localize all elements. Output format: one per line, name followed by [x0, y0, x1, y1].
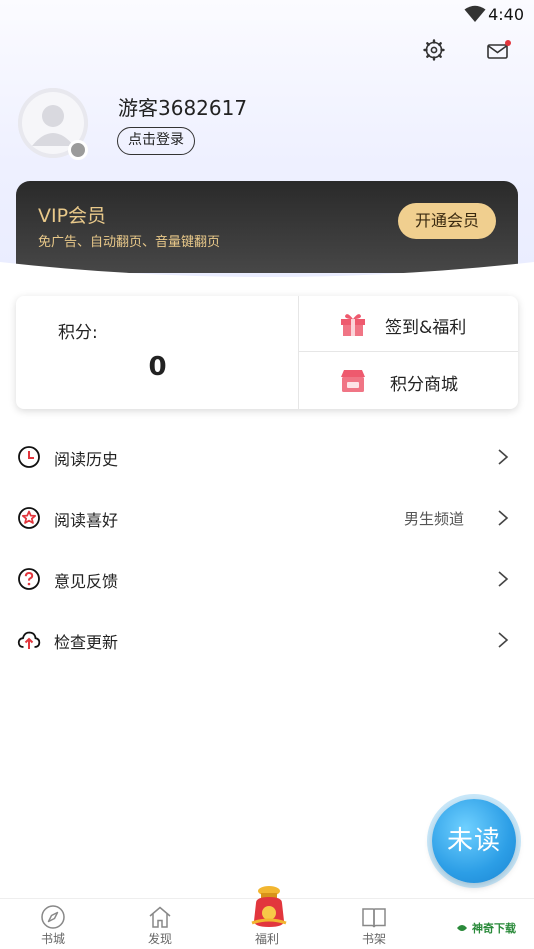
nav-item-benefits[interactable]: 福利: [227, 886, 307, 949]
username: 游客3682617: [118, 96, 248, 120]
settings-menu: 阅读历史 阅读喜好 男生频道 意见反馈 检查更新: [0, 427, 534, 671]
nav-item-bookshelf[interactable]: 书架: [334, 899, 414, 949]
points-card: 积分: 0 签到&福利 积分商城: [16, 296, 518, 409]
gear-icon[interactable]: [422, 38, 446, 62]
unread-float-button[interactable]: 未读: [432, 799, 516, 883]
nav-label: 发现: [147, 932, 172, 946]
status-time: 4:40: [488, 5, 524, 24]
menu-item-check-update[interactable]: 检查更新: [0, 610, 534, 671]
points-store-label: 积分商城: [390, 375, 458, 395]
cloud-upload-icon: [17, 631, 41, 649]
clock-icon: [18, 446, 40, 468]
menu-item-label: 检查更新: [54, 633, 119, 652]
compass-icon: [41, 905, 65, 929]
book-icon: [362, 908, 386, 928]
flower-icon: [18, 507, 40, 529]
avatar-status-badge: [68, 140, 88, 160]
menu-item-feedback[interactable]: 意见反馈: [0, 549, 534, 610]
menu-item-label: 意见反馈: [54, 572, 119, 591]
gift-icon: [341, 314, 365, 336]
vip-title: VIP会员: [38, 205, 107, 227]
chevron-right-icon: [498, 449, 509, 465]
bottom-nav: 书城 发现 福利 书架: [0, 886, 534, 949]
menu-item-label: 阅读喜好: [54, 511, 119, 530]
nav-label: 福利: [254, 932, 279, 946]
wifi-icon: [464, 5, 486, 22]
menu-item-label: 阅读历史: [54, 450, 119, 469]
chevron-right-icon: [498, 510, 509, 526]
points-summary: 积分: 0: [16, 296, 299, 409]
watermark-logo-icon: [457, 925, 467, 931]
status-bar: 4:40: [0, 0, 534, 30]
store-icon: [341, 370, 365, 392]
menu-item-reading-history[interactable]: 阅读历史: [0, 427, 534, 488]
checkin-benefits-button[interactable]: 签到&福利: [299, 296, 518, 352]
points-store-button[interactable]: 积分商城: [299, 353, 518, 409]
menu-item-value: 男生频道: [403, 510, 464, 528]
nav-label: 书城: [40, 932, 65, 946]
open-vip-button[interactable]: 开通会员: [398, 203, 496, 239]
home-icon: [149, 906, 171, 928]
nav-label: 书架: [361, 932, 386, 946]
chevron-right-icon: [498, 632, 509, 648]
nav-item-discover[interactable]: 发现: [120, 899, 200, 949]
lucky-bag-icon: [251, 886, 287, 927]
watermark-text: 神奇下载: [472, 922, 516, 935]
mail-icon[interactable]: [486, 38, 512, 62]
menu-item-reading-preference[interactable]: 阅读喜好 男生频道: [0, 488, 534, 549]
nav-item-bookstore[interactable]: 书城: [13, 899, 93, 949]
points-value: 0: [148, 352, 167, 382]
login-button[interactable]: 点击登录: [117, 127, 195, 155]
points-label: 积分:: [58, 323, 98, 343]
question-icon: [18, 568, 40, 590]
header-actions: [412, 38, 512, 66]
chevron-right-icon: [498, 571, 509, 587]
vip-card-curve: [0, 262, 534, 300]
checkin-benefits-label: 签到&福利: [385, 318, 467, 338]
